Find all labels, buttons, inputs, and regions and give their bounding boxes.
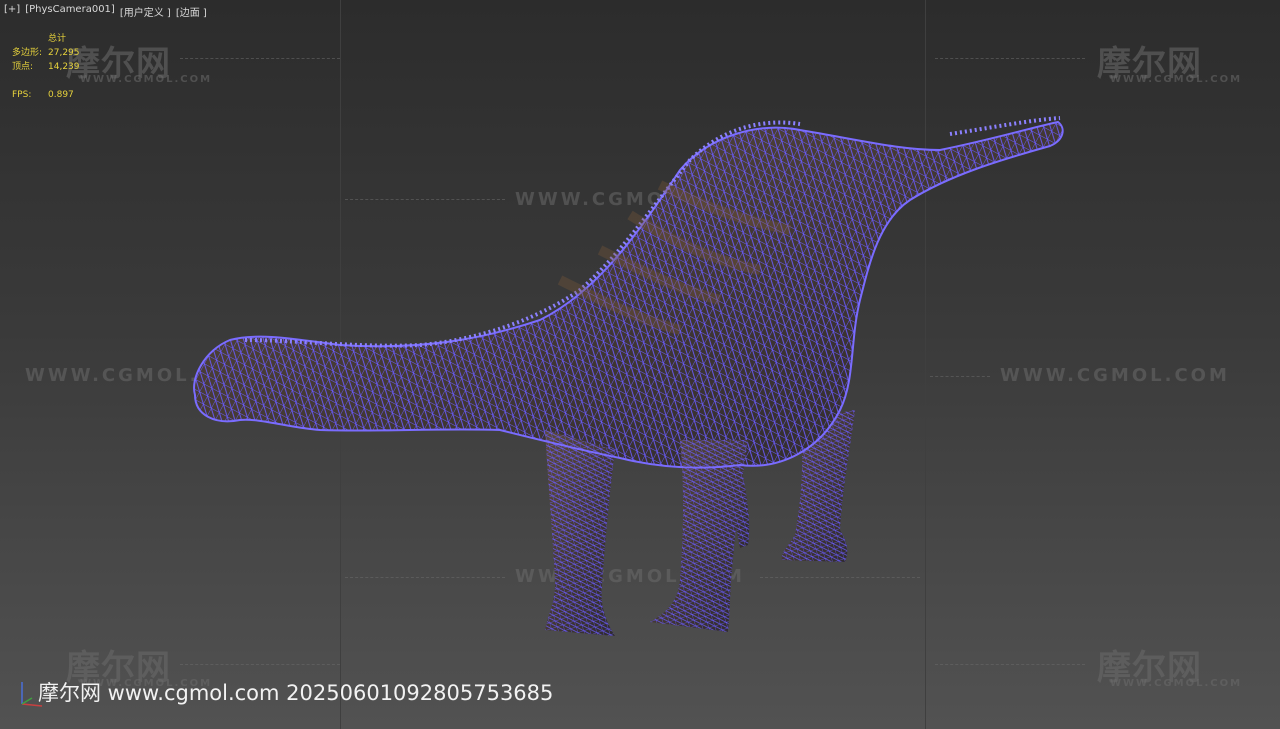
vertices-value: 14,239 xyxy=(48,62,80,72)
statistics-overlay: 总计 多边形: 27,295 顶点: 14,239 FPS: 0.897 xyxy=(12,35,122,105)
dinosaur-body xyxy=(193,116,1064,636)
fps-value: 0.897 xyxy=(48,90,74,100)
footer-caption: 摩尔网 www.cgmol.com 20250601092805753685 xyxy=(38,681,554,705)
shading-menu-button[interactable]: [用户定义 ] xyxy=(120,4,171,19)
polygons-value: 27,295 xyxy=(48,48,80,58)
viewport-3d[interactable]: 摩尔网 WWW.CGMOL.COM 摩尔网 WWW.CGMOL.COM WWW.… xyxy=(0,0,1280,729)
viewport-menu-button[interactable]: [+] xyxy=(4,4,20,19)
render-mode-menu-button[interactable]: [边面 ] xyxy=(176,4,207,19)
fps-label: FPS: xyxy=(12,90,32,100)
stats-header: 总计 xyxy=(48,34,67,44)
vertices-label: 顶点: xyxy=(12,62,34,72)
dinosaur-wireframe-model[interactable] xyxy=(0,0,1280,729)
polygons-label: 多边形: xyxy=(12,48,43,58)
viewport-label: [+] [PhysCamera001] [用户定义 ] [边面 ] xyxy=(4,4,207,19)
camera-menu-button[interactable]: [PhysCamera001] xyxy=(25,4,115,19)
